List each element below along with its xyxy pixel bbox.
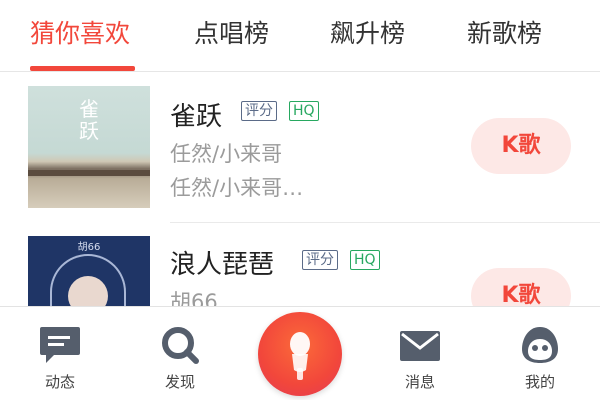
nav-discover-label: 发现 [164,373,195,391]
nav-messages[interactable]: 消息 [380,325,460,392]
active-tab-indicator [30,66,135,71]
nav-discover[interactable]: 发现 [140,325,220,392]
cover-title-text: 雀跃 [79,97,99,143]
search-icon [162,327,199,364]
tab-bar: 猜你喜欢 点唱榜 飙升榜 新歌榜 [0,0,600,72]
mail-icon [400,331,440,361]
row-divider [170,222,600,223]
nav-me-label: 我的 [524,373,555,391]
cover-artist-text: 胡66 [77,242,101,253]
penguin-icon [522,327,558,363]
score-badge: 评分 [241,101,277,121]
hq-badge: HQ [289,101,319,121]
album-cover[interactable]: 雀跃 [28,86,150,208]
tab-new-songs-chart[interactable]: 新歌榜 [467,14,542,54]
hq-badge: HQ [350,250,380,270]
nav-feed-label: 动态 [44,373,75,391]
song-title[interactable]: 浪人琵琶 [170,244,274,281]
microphone-icon [290,332,310,380]
nav-feed[interactable]: 动态 [20,325,100,392]
score-badge: 评分 [302,250,338,270]
k-song-button[interactable]: K歌 [471,118,571,174]
song-subtitle: 任然/小来哥… [170,176,304,200]
record-button[interactable] [258,312,342,396]
nav-me[interactable]: 我的 [500,325,580,392]
song-title[interactable]: 雀跃 [170,96,222,133]
tab-request-chart[interactable]: 点唱榜 [194,14,269,54]
chat-bubble-icon [40,327,80,363]
song-artist: 任然/小来哥 [170,142,283,166]
tab-guess-you-like[interactable]: 猜你喜欢 [30,14,130,54]
cover-horizon-strip [28,170,150,176]
nav-messages-label: 消息 [404,373,435,391]
tab-rising-chart[interactable]: 飙升榜 [330,14,405,54]
